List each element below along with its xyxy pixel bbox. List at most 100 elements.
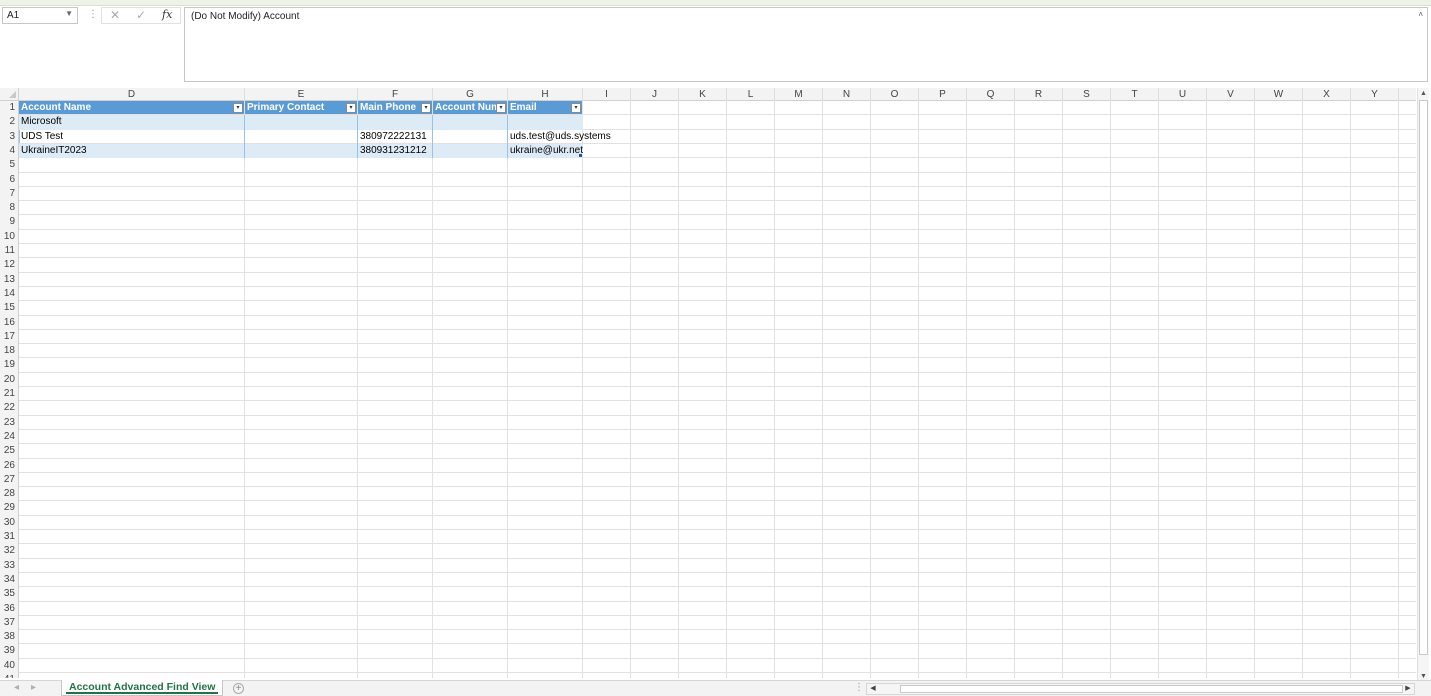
row-header-1[interactable]: 1: [0, 101, 18, 115]
row-header-10[interactable]: 10: [0, 230, 18, 244]
scroll-right-icon[interactable]: ▶: [1403, 684, 1413, 694]
row-header-34[interactable]: 34: [0, 573, 18, 587]
table-cell[interactable]: [508, 115, 583, 129]
filter-dropdown-icon[interactable]: ▾: [346, 103, 356, 113]
worksheet-grid[interactable]: DEFGHIJKLMNOPQRSTUVWXY 1 2 3 4 5 6 7 8 9 10 11 12 13…: [0, 88, 1431, 678]
table-cell[interactable]: [358, 115, 433, 129]
sheet-tab-active[interactable]: Account Advanced Find View: [61, 680, 224, 696]
table-cell[interactable]: ukraine@ukr.net: [508, 144, 583, 158]
row-header-8[interactable]: 8: [0, 201, 18, 215]
column-header-i[interactable]: I: [583, 88, 631, 101]
name-box[interactable]: A1 ▼: [2, 7, 78, 24]
table-cell[interactable]: [245, 130, 358, 144]
column-header-v[interactable]: V: [1207, 88, 1255, 101]
row-header-29[interactable]: 29: [0, 501, 18, 515]
filter-dropdown-icon[interactable]: ▾: [421, 103, 431, 113]
horizontal-scrollbar[interactable]: ◀ ▶: [866, 683, 1415, 695]
column-header-l[interactable]: L: [727, 88, 775, 101]
row-header-6[interactable]: 6: [0, 173, 18, 187]
row-header-4[interactable]: 4: [0, 144, 18, 158]
horizontal-scroll-thumb[interactable]: [900, 685, 1403, 693]
column-header-q[interactable]: Q: [967, 88, 1015, 101]
row-header-18[interactable]: 18: [0, 344, 18, 358]
table-header-cell[interactable]: Main Phone: [358, 101, 421, 115]
vertical-scroll-thumb[interactable]: [1419, 100, 1428, 655]
row-header-13[interactable]: 13: [0, 273, 18, 287]
column-header-d[interactable]: D: [19, 88, 245, 101]
table-header-cell[interactable]: Account Name: [19, 101, 233, 115]
row-header-21[interactable]: 21: [0, 387, 18, 401]
row-header-19[interactable]: 19: [0, 358, 18, 372]
row-header-28[interactable]: 28: [0, 487, 18, 501]
table-cell[interactable]: uds.test@uds.systems: [508, 130, 611, 144]
table-cell[interactable]: UDS Test: [19, 130, 245, 144]
collapse-formula-bar-icon[interactable]: ˄: [1418, 10, 1423, 19]
filter-dropdown-icon[interactable]: ▾: [233, 103, 243, 113]
row-header-33[interactable]: 33: [0, 559, 18, 573]
column-header-u[interactable]: U: [1159, 88, 1207, 101]
row-header-11[interactable]: 11: [0, 244, 18, 258]
row-header-37[interactable]: 37: [0, 616, 18, 630]
column-header-s[interactable]: S: [1063, 88, 1111, 101]
row-header-30[interactable]: 30: [0, 516, 18, 530]
column-header-h[interactable]: H: [508, 88, 583, 101]
cancel-icon[interactable]: ✕: [110, 8, 120, 22]
row-header-27[interactable]: 27: [0, 473, 18, 487]
row-header-26[interactable]: 26: [0, 459, 18, 473]
column-header-r[interactable]: R: [1015, 88, 1063, 101]
table-cell[interactable]: [245, 115, 358, 129]
row-header-40[interactable]: 40: [0, 659, 18, 673]
column-header-t[interactable]: T: [1111, 88, 1159, 101]
table-cell[interactable]: [433, 144, 508, 158]
chevron-down-icon[interactable]: ▼: [65, 9, 73, 18]
column-header-y[interactable]: Y: [1351, 88, 1399, 101]
table-cell[interactable]: Microsoft: [19, 115, 245, 129]
sheet-next-icon[interactable]: ▸: [31, 682, 36, 693]
row-header-2[interactable]: 2: [0, 115, 18, 129]
table-resize-handle[interactable]: [579, 154, 582, 158]
row-header-14[interactable]: 14: [0, 287, 18, 301]
row-header-16[interactable]: 16: [0, 316, 18, 330]
row-header-7[interactable]: 7: [0, 187, 18, 201]
table-cell[interactable]: 380972222131: [358, 130, 433, 144]
row-header-32[interactable]: 32: [0, 544, 18, 558]
select-all-button[interactable]: [0, 88, 19, 101]
scroll-left-icon[interactable]: ◀: [868, 684, 878, 694]
row-header-12[interactable]: 12: [0, 258, 18, 272]
table-cell[interactable]: [245, 144, 358, 158]
row-header-3[interactable]: 3: [0, 130, 18, 144]
sheet-prev-icon[interactable]: ◂: [14, 682, 19, 693]
column-header-k[interactable]: K: [679, 88, 727, 101]
table-cell[interactable]: 380931231212: [358, 144, 433, 158]
table-cell[interactable]: [433, 115, 508, 129]
column-header-j[interactable]: J: [631, 88, 679, 101]
row-header-15[interactable]: 15: [0, 301, 18, 315]
row-header-23[interactable]: 23: [0, 416, 18, 430]
row-header-22[interactable]: 22: [0, 401, 18, 415]
column-header-n[interactable]: N: [823, 88, 871, 101]
formula-input[interactable]: (Do Not Modify) Account ˄: [184, 7, 1428, 82]
enter-icon[interactable]: ✓: [136, 8, 146, 22]
column-header-w[interactable]: W: [1255, 88, 1303, 101]
table-header-cell[interactable]: Primary Contact: [245, 101, 346, 115]
row-header-31[interactable]: 31: [0, 530, 18, 544]
row-header-38[interactable]: 38: [0, 630, 18, 644]
table-header-cell[interactable]: Account Num: [433, 101, 496, 115]
row-header-35[interactable]: 35: [0, 587, 18, 601]
column-header-f[interactable]: F: [358, 88, 433, 101]
column-header-e[interactable]: E: [245, 88, 358, 101]
row-header-41[interactable]: 41: [0, 673, 18, 678]
table-cell[interactable]: UkraineIT2023: [19, 144, 245, 158]
vertical-scrollbar[interactable]: ▲ ▼: [1417, 88, 1429, 682]
row-header-5[interactable]: 5: [0, 158, 18, 172]
column-header-g[interactable]: G: [433, 88, 508, 101]
filter-dropdown-icon[interactable]: ▾: [496, 103, 506, 113]
row-header-17[interactable]: 17: [0, 330, 18, 344]
column-header-o[interactable]: O: [871, 88, 919, 101]
column-header-p[interactable]: P: [919, 88, 967, 101]
insert-function-icon[interactable]: fx: [162, 8, 172, 21]
row-header-36[interactable]: 36: [0, 602, 18, 616]
table-cell[interactable]: [433, 130, 508, 144]
row-header-39[interactable]: 39: [0, 644, 18, 658]
table-header-cell[interactable]: Email: [508, 101, 571, 115]
